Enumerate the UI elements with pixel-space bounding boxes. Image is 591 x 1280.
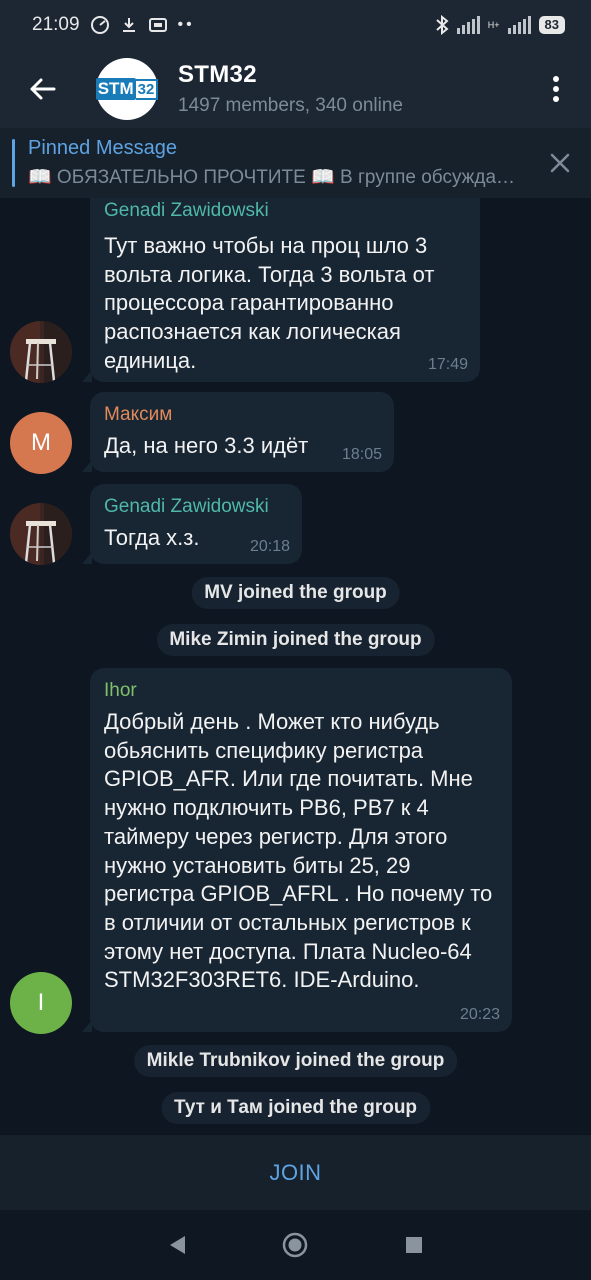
message-time: 20:18: [249, 538, 290, 555]
vpn-icon: [148, 18, 167, 32]
close-icon[interactable]: [547, 150, 573, 176]
stm32-logo: STM 32: [95, 78, 159, 100]
message-time: 20:23: [459, 1006, 500, 1023]
more-vertical-icon: [553, 76, 559, 102]
status-notification-icons: ••: [90, 15, 195, 35]
chat-member-count: 1497 members, 340 online: [178, 95, 403, 116]
pinned-indicator: [12, 139, 15, 187]
system-nav-bar: [0, 1210, 591, 1280]
message-bubble[interactable]: Genadi Zawidowski Тут важно чтобы на про…: [82, 198, 480, 382]
message-time: 17:49: [427, 356, 468, 373]
pinned-title: Pinned Message: [28, 137, 177, 159]
message-bubble[interactable]: Ihor Добрый день . Может кто нибудь обья…: [82, 668, 512, 1032]
service-message: Mikle Trubnikov joined the group: [133, 1045, 458, 1077]
message-sender[interactable]: Genadi Zawidowski: [104, 200, 466, 222]
message-bubble[interactable]: Genadi Zawidowski Тогда х.з. 20:18: [82, 484, 302, 564]
service-message: Тут и Там joined the group: [160, 1092, 431, 1124]
speedometer-icon: [90, 16, 109, 34]
message-sender[interactable]: Genadi Zawidowski: [104, 496, 288, 518]
avatar[interactable]: [10, 321, 72, 383]
nav-back-icon[interactable]: [167, 1234, 187, 1256]
message-time: 18:05: [341, 446, 382, 463]
download-icon: [122, 18, 135, 32]
status-bar: 21:09 •• H+ 83: [0, 0, 591, 50]
join-button[interactable]: JOIN: [269, 1160, 321, 1186]
chat-header: STM 32 STM32 1497 members, 340 online: [0, 50, 591, 128]
group-avatar[interactable]: STM 32: [95, 58, 159, 120]
status-system-icons: H+ 83: [435, 15, 565, 35]
avatar[interactable]: I: [10, 972, 72, 1034]
message-sender[interactable]: Ihor: [104, 680, 498, 702]
message-text: Да, на него 3.3 идёт: [104, 433, 309, 458]
message-sender[interactable]: Максим: [104, 404, 380, 426]
nav-home-icon[interactable]: [281, 1231, 309, 1259]
chat-title: STM32: [178, 61, 257, 88]
back-button[interactable]: [0, 50, 84, 128]
status-time: 21:09: [32, 14, 80, 35]
arrow-left-icon: [30, 78, 56, 100]
more-notifications-icon: ••: [177, 16, 195, 33]
network-type-label: H+: [487, 19, 500, 30]
service-message: Mike Zimin joined the group: [156, 624, 435, 656]
avatar[interactable]: М: [10, 412, 72, 474]
nav-recents-icon[interactable]: [404, 1235, 424, 1255]
pinned-text: 📖 ОБЯЗАТЕЛЬНО ПРОЧТИТЕ 📖 В группе обсужд…: [28, 167, 518, 188]
stool-photo-avatar: [10, 503, 72, 565]
signal-icon: [456, 16, 480, 34]
stool-photo-avatar: [10, 321, 72, 383]
message-list[interactable]: Genadi Zawidowski Тут важно чтобы на про…: [0, 198, 591, 1134]
pinned-message-bar[interactable]: Pinned Message 📖 ОБЯЗАТЕЛЬНО ПРОЧТИТЕ 📖 …: [0, 128, 591, 198]
bluetooth-icon: [436, 15, 449, 35]
message-bubble[interactable]: Максим Да, на него 3.3 идёт 18:05: [82, 392, 394, 472]
signal-icon-2: [507, 16, 531, 34]
more-options-button[interactable]: [521, 50, 591, 128]
message-text: Добрый день . Может кто нибудь обьяснить…: [104, 709, 493, 993]
chat-title-block[interactable]: STM32 1497 members, 340 online: [178, 61, 403, 117]
service-message: MV joined the group: [191, 577, 400, 609]
message-text: Тут важно чтобы на проц шло 3 вольта лог…: [104, 233, 435, 373]
join-bar: JOIN: [0, 1134, 591, 1210]
battery-icon: 83: [538, 16, 565, 34]
avatar[interactable]: [10, 503, 72, 565]
